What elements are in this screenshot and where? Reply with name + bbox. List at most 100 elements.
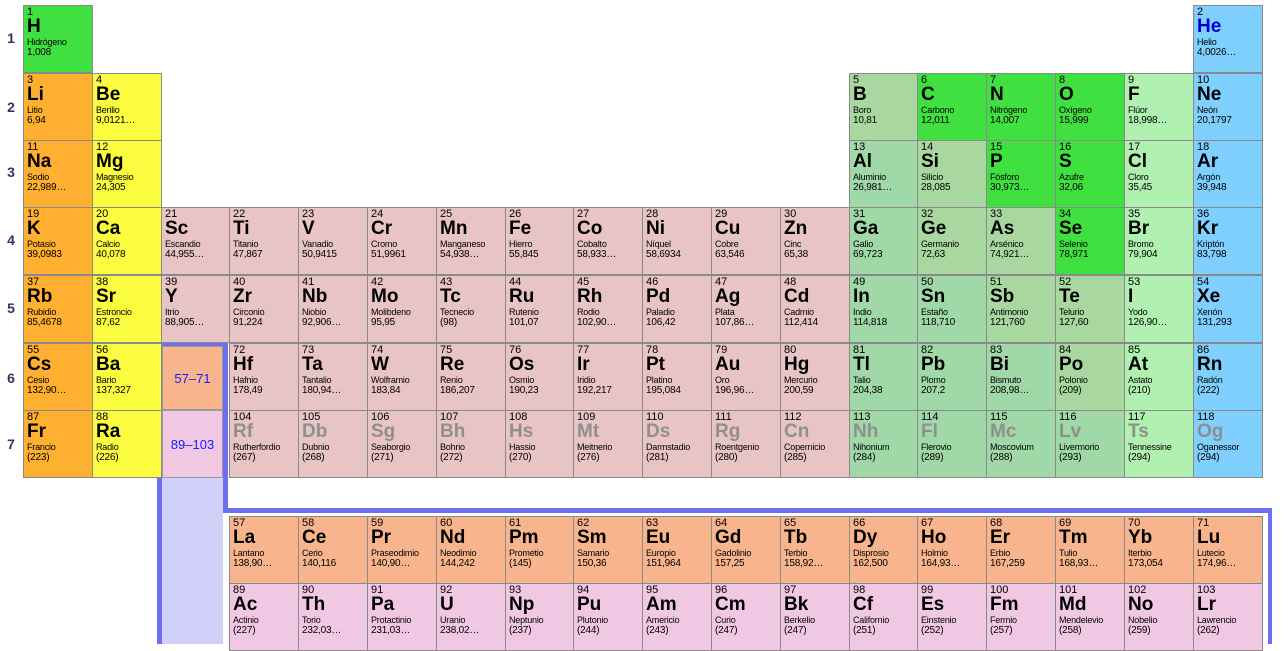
element-cell-ga[interactable]: 31 Ga Galio 69,723: [849, 207, 919, 275]
element-cell-ra[interactable]: 88 Ra Radio (226): [92, 410, 162, 478]
element-cell-cn[interactable]: 112 Cn Copernicio (285): [780, 410, 850, 478]
element-cell-rf[interactable]: 104 Rf Rutherfordio (267): [229, 410, 299, 478]
element-cell-nb[interactable]: 41 Nb Niobio 92,906…: [298, 275, 368, 343]
element-cell-tl[interactable]: 81 Tl Talio 204,38: [849, 343, 919, 411]
element-cell-na[interactable]: 11 Na Sodio 22,989…: [23, 140, 93, 208]
element-cell-v[interactable]: 23 V Vanadio 50,9415: [298, 207, 368, 275]
element-cell-sn[interactable]: 50 Sn Estaño 118,710: [917, 275, 987, 343]
element-cell-gd[interactable]: 64 Gd Gadolinio 157,25: [711, 516, 781, 584]
element-cell-rn[interactable]: 86 Rn Radón (222): [1193, 343, 1263, 411]
element-cell-ag[interactable]: 47 Ag Plata 107,86…: [711, 275, 781, 343]
element-cell-ce[interactable]: 58 Ce Cerio 140,116: [298, 516, 368, 584]
element-cell-bk[interactable]: 97 Bk Berkelio (247): [780, 583, 850, 651]
element-cell-n[interactable]: 7 N Nitrógeno 14,007: [986, 73, 1056, 141]
element-cell-rg[interactable]: 111 Rg Roentgenio (280): [711, 410, 781, 478]
element-cell-au[interactable]: 79 Au Oro 196,96…: [711, 343, 781, 411]
element-cell-tc[interactable]: 43 Tc Tecnecio (98): [436, 275, 506, 343]
element-cell-ts[interactable]: 117 Ts Tennessine (294): [1124, 410, 1194, 478]
element-cell-tm[interactable]: 69 Tm Tulio 168,93…: [1055, 516, 1125, 584]
element-cell-fe[interactable]: 26 Fe Hierro 55,845: [505, 207, 575, 275]
element-cell-cu[interactable]: 29 Cu Cobre 63,546: [711, 207, 781, 275]
element-cell-ne[interactable]: 10 Ne Neón 20,1797: [1193, 73, 1263, 141]
element-cell-th[interactable]: 90 Th Torio 232,03…: [298, 583, 368, 651]
element-cell-no[interactable]: 102 No Nobelio (259): [1124, 583, 1194, 651]
element-cell-rh[interactable]: 45 Rh Rodio 102,90…: [573, 275, 643, 343]
element-cell-hs[interactable]: 108 Hs Hassio (270): [505, 410, 575, 478]
element-cell-yb[interactable]: 70 Yb Iterbio 173,054: [1124, 516, 1194, 584]
element-cell-ru[interactable]: 44 Ru Rutenio 101,07: [505, 275, 575, 343]
element-cell-c[interactable]: 6 C Carbono 12,011: [917, 73, 987, 141]
element-cell-nd[interactable]: 60 Nd Neodimio 144,242: [436, 516, 506, 584]
element-cell-br[interactable]: 35 Br Bromo 79,904: [1124, 207, 1194, 275]
element-cell-hf[interactable]: 72 Hf Hafnio 178,49: [229, 343, 299, 411]
element-cell-mg[interactable]: 12 Mg Magnesio 24,305: [92, 140, 162, 208]
element-cell-se[interactable]: 34 Se Selenio 78,971: [1055, 207, 1125, 275]
element-cell-kr[interactable]: 36 Kr Kriptón 83,798: [1193, 207, 1263, 275]
element-cell-cf[interactable]: 98 Cf Californio (251): [849, 583, 919, 651]
element-cell-h[interactable]: 1 H Hidrógeno 1,008: [23, 5, 93, 73]
element-cell-cd[interactable]: 48 Cd Cadmio 112,414: [780, 275, 850, 343]
element-cell-pr[interactable]: 59 Pr Praseodimio 140,90…: [367, 516, 437, 584]
element-cell-ds[interactable]: 110 Ds Darmstadio (281): [642, 410, 712, 478]
element-cell-ba[interactable]: 56 Ba Bario 137,327: [92, 343, 162, 411]
element-cell-mn[interactable]: 25 Mn Manganeso 54,938…: [436, 207, 506, 275]
element-cell-os[interactable]: 76 Os Osmio 190,23: [505, 343, 575, 411]
element-cell-cm[interactable]: 96 Cm Curio (247): [711, 583, 781, 651]
element-cell-la[interactable]: 57 La Lantano 138,90…: [229, 516, 299, 584]
element-cell-sc[interactable]: 21 Sc Escandio 44,955…: [161, 207, 231, 275]
element-cell-sr[interactable]: 38 Sr Estroncio 87,62: [92, 275, 162, 343]
element-cell-mc[interactable]: 115 Mc Moscovium (288): [986, 410, 1056, 478]
element-cell-ca[interactable]: 20 Ca Calcio 40,078: [92, 207, 162, 275]
element-cell-tb[interactable]: 65 Tb Terbio 158,92…: [780, 516, 850, 584]
element-cell-ac[interactable]: 89 Ac Actinio (227): [229, 583, 299, 651]
element-cell-sb[interactable]: 51 Sb Antimonio 121,760: [986, 275, 1056, 343]
element-cell-ta[interactable]: 73 Ta Tantalio 180,94…: [298, 343, 368, 411]
element-cell-at[interactable]: 85 At Astato (210): [1124, 343, 1194, 411]
element-cell-be[interactable]: 4 Be Berilio 9,0121…: [92, 73, 162, 141]
element-cell-og[interactable]: 118 Og Oganessor (294): [1193, 410, 1263, 478]
element-cell-md[interactable]: 101 Md Mendelevio (258): [1055, 583, 1125, 651]
element-cell-k[interactable]: 19 K Potasio 39,0983: [23, 207, 93, 275]
element-cell-zn[interactable]: 30 Zn Cinc 65,38: [780, 207, 850, 275]
element-cell-ir[interactable]: 77 Ir Iridio 192,217: [573, 343, 643, 411]
element-cell-po[interactable]: 84 Po Polonio (209): [1055, 343, 1125, 411]
element-cell-mt[interactable]: 109 Mt Meitnerio (276): [573, 410, 643, 478]
element-cell-ti[interactable]: 22 Ti Titanio 47,867: [229, 207, 299, 275]
element-cell-cr[interactable]: 24 Cr Cromo 51,9961: [367, 207, 437, 275]
element-cell-fl[interactable]: 114 Fl Flerovio (289): [917, 410, 987, 478]
element-cell-xe[interactable]: 54 Xe Xenón 131,293: [1193, 275, 1263, 343]
element-cell-li[interactable]: 3 Li Litio 6,94: [23, 73, 93, 141]
element-cell-fm[interactable]: 100 Fm Fermio (257): [986, 583, 1056, 651]
element-cell-co[interactable]: 27 Co Cobalto 58,933…: [573, 207, 643, 275]
element-cell-bi[interactable]: 83 Bi Bismuto 208,98…: [986, 343, 1056, 411]
element-cell-te[interactable]: 52 Te Telurio 127,60: [1055, 275, 1125, 343]
element-cell-y[interactable]: 39 Y Itrio 88,905…: [161, 275, 231, 343]
element-cell-lr[interactable]: 103 Lr Lawrencio (262): [1193, 583, 1263, 651]
element-cell-b[interactable]: 5 B Boro 10,81: [849, 73, 919, 141]
element-cell-pt[interactable]: 78 Pt Platino 195,084: [642, 343, 712, 411]
element-cell-in[interactable]: 49 In Indio 114,818: [849, 275, 919, 343]
element-cell-pd[interactable]: 46 Pd Paladio 106,42: [642, 275, 712, 343]
element-cell-dy[interactable]: 66 Dy Disprosio 162,500: [849, 516, 919, 584]
element-cell-he[interactable]: 2 He Helio 4,0026…: [1193, 5, 1263, 73]
element-cell-sm[interactable]: 62 Sm Samario 150,36: [573, 516, 643, 584]
element-cell-mo[interactable]: 42 Mo Molibdeno 95,95: [367, 275, 437, 343]
element-cell-fr[interactable]: 87 Fr Francio (223): [23, 410, 93, 478]
lanthanide-ref-cell[interactable]: 57–71: [162, 346, 223, 410]
element-cell-ho[interactable]: 67 Ho Holmio 164,93…: [917, 516, 987, 584]
element-cell-pb[interactable]: 82 Pb Plomo 207,2: [917, 343, 987, 411]
element-cell-i[interactable]: 53 I Yodo 126,90…: [1124, 275, 1194, 343]
element-cell-cl[interactable]: 17 Cl Cloro 35,45: [1124, 140, 1194, 208]
element-cell-f[interactable]: 9 F Flúor 18,998…: [1124, 73, 1194, 141]
element-cell-w[interactable]: 74 W Wolframio 183,84: [367, 343, 437, 411]
element-cell-eu[interactable]: 63 Eu Europio 151,964: [642, 516, 712, 584]
element-cell-lv[interactable]: 116 Lv Livermorio (293): [1055, 410, 1125, 478]
element-cell-as[interactable]: 33 As Arsénico 74,921…: [986, 207, 1056, 275]
element-cell-re[interactable]: 75 Re Renio 186,207: [436, 343, 506, 411]
element-cell-al[interactable]: 13 Al Aluminio 26,981…: [849, 140, 919, 208]
element-cell-es[interactable]: 99 Es Einstenio (252): [917, 583, 987, 651]
element-cell-rb[interactable]: 37 Rb Rubidio 85,4678: [23, 275, 93, 343]
element-cell-bh[interactable]: 107 Bh Bohrio (272): [436, 410, 506, 478]
element-cell-am[interactable]: 95 Am Americio (243): [642, 583, 712, 651]
element-cell-ge[interactable]: 32 Ge Germanio 72,63: [917, 207, 987, 275]
